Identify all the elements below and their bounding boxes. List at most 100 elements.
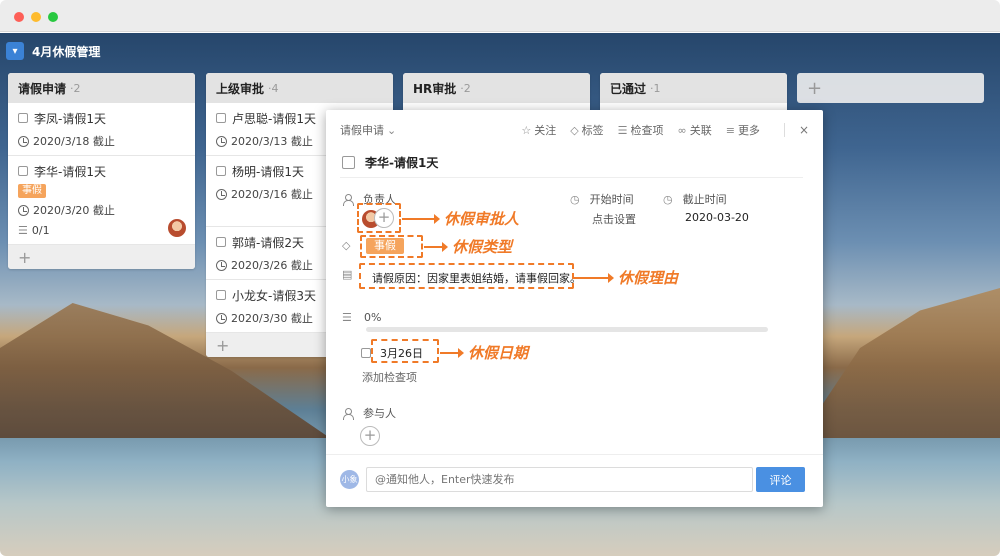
due-time-value[interactable]: 2020-03-20	[685, 211, 749, 224]
note-icon: ▤	[342, 268, 353, 281]
due-time-label-text: 截止时间	[682, 193, 727, 206]
follow-label: 关注	[534, 124, 557, 137]
callout-date-text: 休假日期	[468, 344, 529, 362]
more-label: 更多	[737, 124, 760, 137]
column-count: ·2	[70, 81, 81, 95]
column-title: HR审批	[413, 81, 457, 96]
start-time-value[interactable]: 点击设置	[592, 211, 636, 227]
minimize-window-button[interactable]	[31, 12, 41, 22]
callout-date: 休假日期	[440, 342, 528, 363]
annotation-box-type	[360, 235, 423, 258]
card-due: 2020/3/18 截止	[33, 135, 115, 148]
breadcrumb-label: 请假申请	[340, 124, 384, 137]
link-label: 关联	[689, 124, 712, 137]
checkbox[interactable]	[18, 166, 28, 176]
board-title: 4月休假管理	[32, 44, 101, 59]
menu-icon: ≡	[725, 123, 735, 137]
checklist-icon: ☰	[342, 311, 352, 324]
participants-label: 参与人	[342, 405, 396, 421]
commenter-avatar: 小象	[340, 470, 359, 489]
column-count: ·4	[268, 81, 279, 95]
annotation-box-approver	[357, 203, 401, 233]
arrow-icon	[440, 347, 464, 358]
clock-icon	[216, 312, 227, 324]
annotation-box-reason	[359, 263, 574, 289]
board-header: ▾ 4月休假管理	[6, 42, 100, 60]
add-checklist-link[interactable]: 添加检查项	[362, 369, 417, 385]
participants-label-text: 参与人	[363, 407, 396, 420]
chevron-down-icon[interactable]: ▾	[6, 42, 24, 60]
breadcrumb[interactable]: 请假申请 ⌄	[340, 122, 396, 138]
link-icon: ∞	[677, 123, 687, 137]
modal-toolbar: 请假申请 ⌄ ☆ 关注 ◇ 标签 ☰ 检查项 ∞ 关联 ≡ 更多 ×	[340, 122, 809, 138]
star-icon: ☆	[521, 123, 532, 137]
avatar[interactable]	[167, 218, 187, 238]
task-complete-checkbox[interactable]	[342, 156, 355, 169]
add-column-button[interactable]: +	[797, 73, 984, 103]
progress-bar	[366, 327, 768, 332]
task-title: 李华-请假1天	[342, 154, 438, 171]
card-due: 2020/3/26 截止	[231, 259, 313, 272]
divider	[326, 454, 823, 455]
checkbox[interactable]	[216, 166, 226, 176]
checkbox[interactable]	[18, 113, 28, 123]
checklist-icon: ☰	[617, 123, 628, 137]
column-header: HR审批 ·2	[403, 73, 590, 103]
tag-icon: ◇	[570, 123, 579, 137]
title-bar	[0, 0, 1000, 32]
tag-button[interactable]: ◇ 标签	[570, 122, 603, 138]
clock-icon	[216, 135, 227, 147]
arrow-icon	[574, 272, 614, 283]
task-card[interactable]: 李凤-请假1天 2020/3/18 截止	[8, 103, 195, 156]
clock-icon: ◷	[570, 192, 580, 206]
checklist-item-checkbox[interactable]	[361, 348, 371, 358]
card-due: 2020/3/16 截止	[231, 188, 313, 201]
tag-badge: 事假	[18, 184, 46, 198]
divider	[340, 177, 803, 178]
task-title-text[interactable]: 李华-请假1天	[365, 154, 438, 171]
task-detail-modal: 请假申请 ⌄ ☆ 关注 ◇ 标签 ☰ 检查项 ∞ 关联 ≡ 更多 × 李华-请假1天 负责人…	[326, 110, 823, 507]
checkbox[interactable]	[216, 237, 226, 247]
add-participant-button[interactable]: +	[360, 426, 380, 446]
close-window-button[interactable]	[14, 12, 24, 22]
annotation-box-date	[371, 339, 439, 363]
checkbox[interactable]	[216, 113, 226, 123]
comment-input[interactable]	[366, 467, 753, 492]
callout-approver: 休假审批人	[402, 208, 519, 229]
chevron-down-icon: ⌄	[387, 123, 397, 137]
card-checklist-count: 0/1	[31, 223, 50, 237]
clock-icon	[18, 135, 29, 147]
column-title: 请假申请	[18, 81, 67, 96]
more-button[interactable]: ≡ 更多	[726, 122, 760, 138]
checklist-button[interactable]: ☰ 检查项	[618, 122, 664, 138]
due-time-label: ◷ 截止时间	[663, 191, 727, 207]
follow-button[interactable]: ☆ 关注	[521, 122, 556, 138]
tag-label: 标签	[581, 124, 604, 137]
column-header: 上级审批 ·4	[206, 73, 393, 103]
callout-approver-text: 休假审批人	[444, 210, 520, 228]
task-card[interactable]: 李华-请假1天 事假 2020/3/20 截止 ☰ 0/1	[8, 156, 195, 245]
card-due: 2020/3/20 截止	[33, 204, 115, 217]
tag-icon: ◇	[342, 239, 351, 252]
callout-reason-text: 休假理由	[618, 269, 679, 287]
user-icon	[342, 193, 354, 206]
column-title: 已通过	[610, 81, 647, 96]
checklist-label: 检查项	[630, 124, 664, 137]
column-header: 请假申请 ·2	[8, 73, 195, 103]
column-count: ·1	[650, 81, 661, 95]
checklist-icon: ☰	[18, 223, 28, 237]
close-icon[interactable]: ×	[783, 123, 809, 137]
comment-button[interactable]: 评论	[756, 467, 805, 492]
arrow-icon	[424, 241, 448, 252]
link-button[interactable]: ∞ 关联	[678, 122, 712, 138]
column-leave-request: 请假申请 ·2 李凤-请假1天 2020/3/18 截止 李华-请假1天 事假 …	[8, 73, 195, 269]
add-card-button[interactable]: +	[8, 245, 195, 269]
column-title: 上级审批	[216, 81, 265, 96]
clock-icon: ◷	[663, 192, 673, 206]
clock-icon	[216, 188, 227, 200]
callout-type-text: 休假类型	[452, 238, 513, 256]
callout-reason: 休假理由	[574, 267, 678, 288]
maximize-window-button[interactable]	[48, 12, 58, 22]
card-title: 郭靖-请假2天	[232, 235, 304, 250]
checkbox[interactable]	[216, 290, 226, 300]
